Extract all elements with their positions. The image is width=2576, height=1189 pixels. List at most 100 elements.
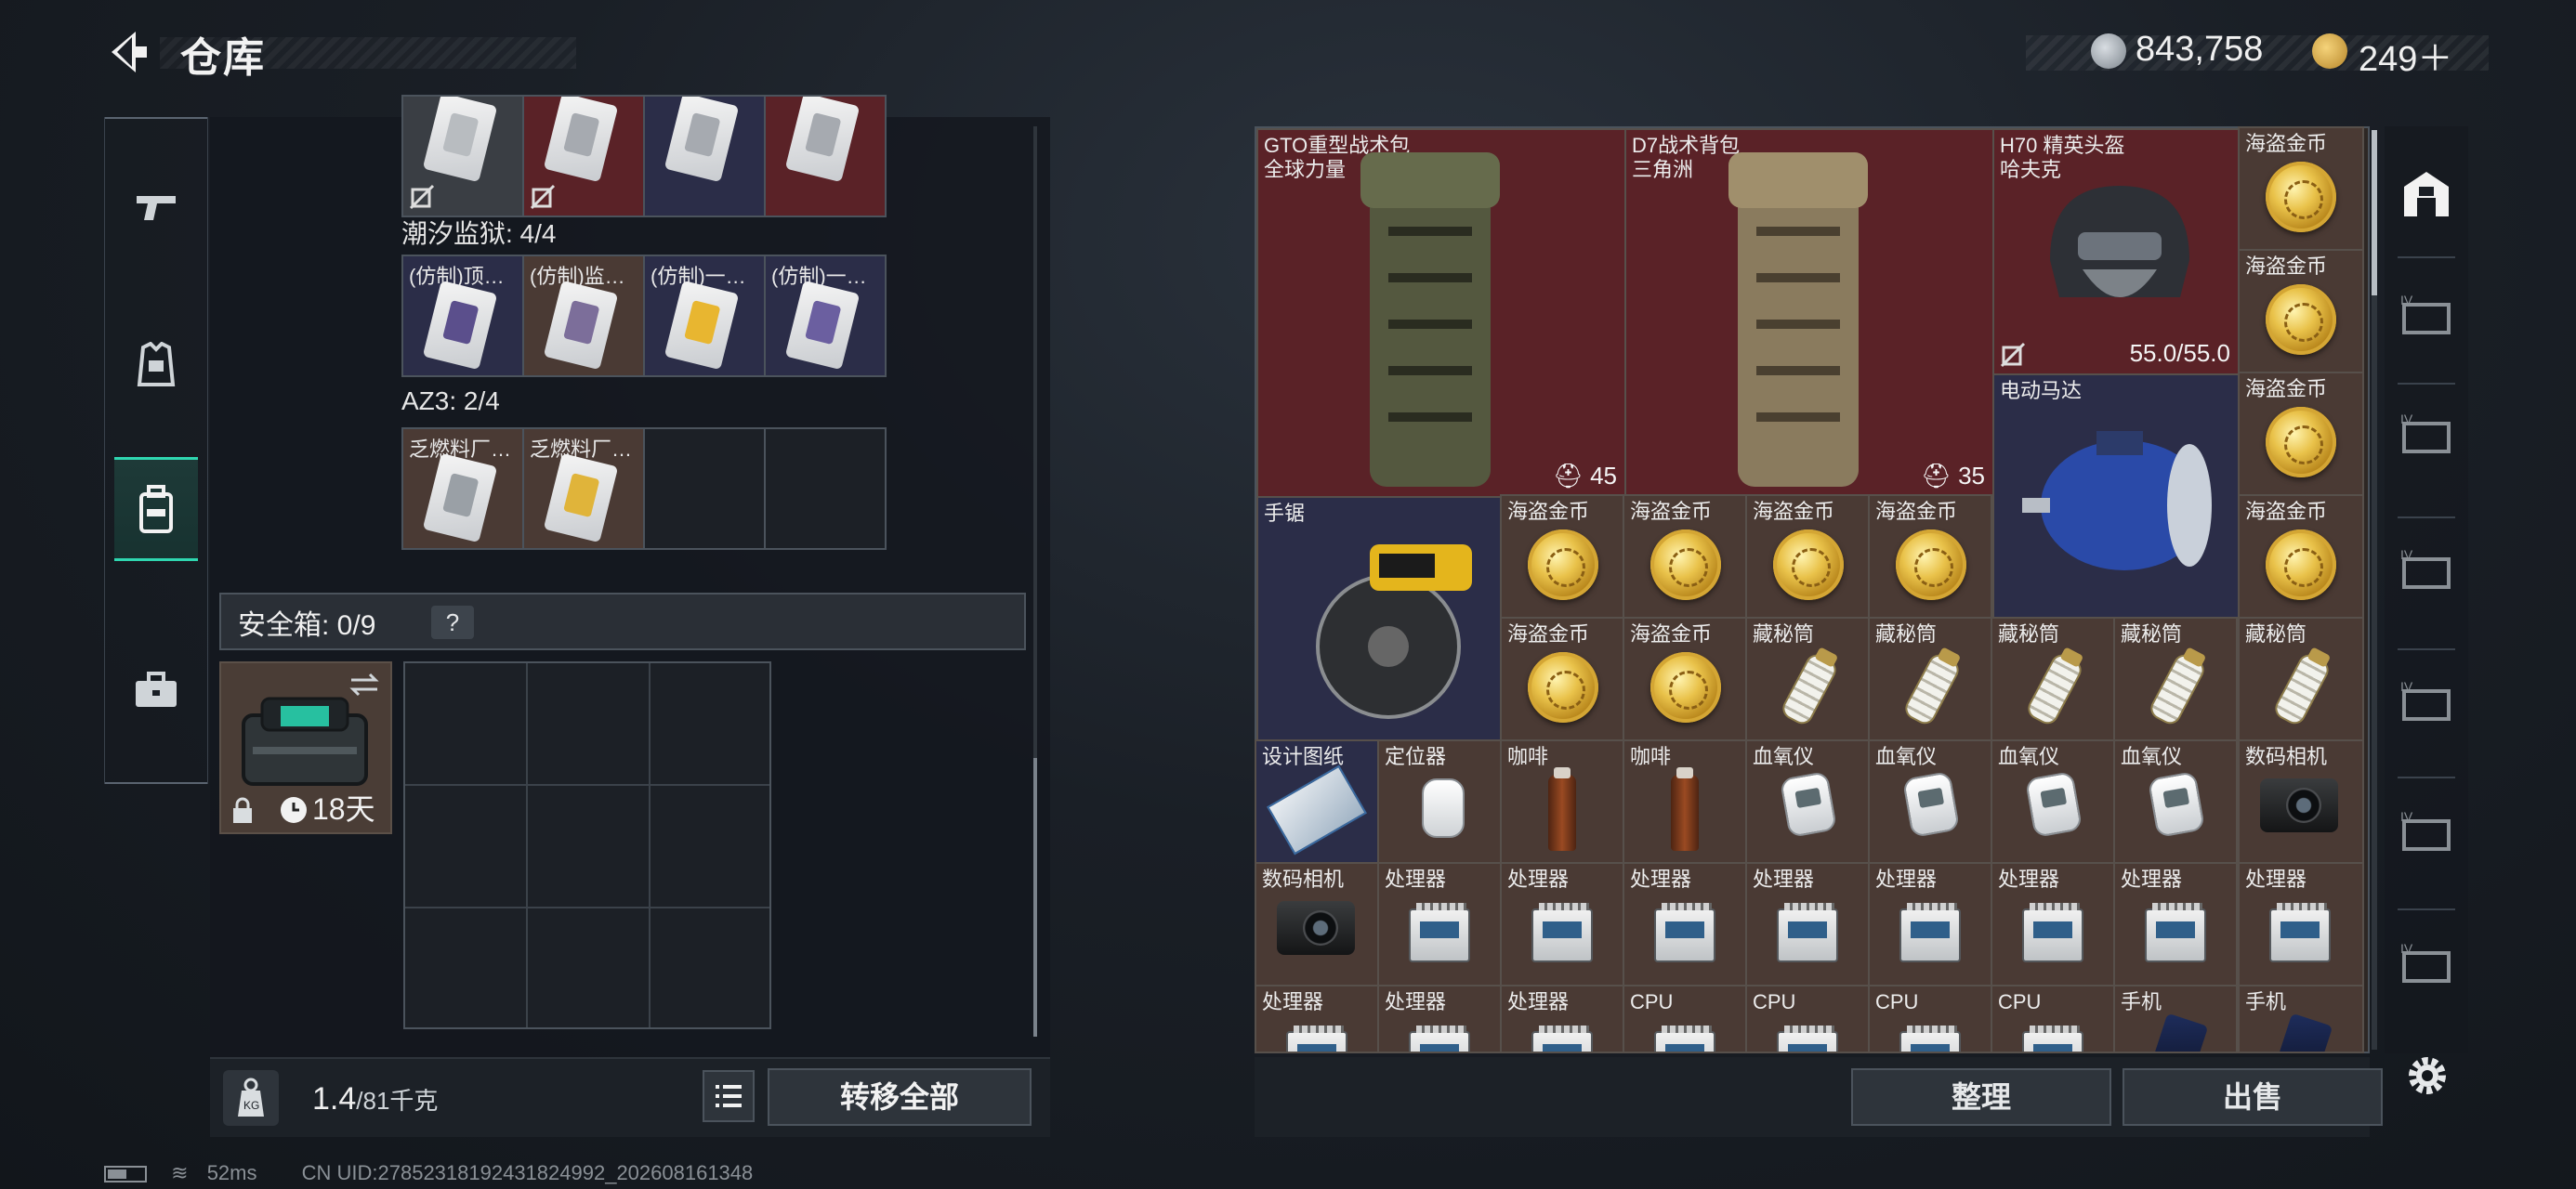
- stash-item-cyl[interactable]: 藏秘筒: [2238, 617, 2364, 741]
- stash-item-proc[interactable]: CPU: [1991, 985, 2115, 1053]
- stash-page-tab-1[interactable]: IV: [2396, 286, 2457, 347]
- inventory-cell[interactable]: (仿制)监…: [522, 255, 645, 377]
- stash-item-coin[interactable]: 海盗金币: [2238, 249, 2364, 373]
- stash-item-electric-motor[interactable]: 电动马达: [1992, 373, 2240, 621]
- list-view-button[interactable]: [703, 1070, 755, 1122]
- inventory-cell[interactable]: (仿制)顶…: [401, 255, 524, 377]
- swap-icon[interactable]: [348, 671, 381, 699]
- help-button[interactable]: ?: [431, 606, 474, 639]
- stash-item-proc[interactable]: 处理器: [1377, 985, 1502, 1053]
- inventory-cell[interactable]: 乏燃料厂…: [522, 427, 645, 550]
- stash-item-phone[interactable]: 手机: [2238, 985, 2364, 1053]
- inventory-cell-empty[interactable]: [643, 427, 766, 550]
- proc-image: [1777, 903, 1838, 962]
- capacity-stat: ⛑ 45: [1552, 462, 1617, 490]
- category-briefcase[interactable]: [114, 648, 198, 732]
- stash-item-coin[interactable]: 海盗金币: [2238, 126, 2364, 251]
- settings-button[interactable]: [2399, 1048, 2455, 1104]
- inventory-cell-empty[interactable]: [764, 427, 887, 550]
- stash-item-coin[interactable]: 海盗金币: [2238, 372, 2364, 496]
- no-insure-icon: [2000, 342, 2026, 368]
- category-armor[interactable]: [114, 323, 198, 407]
- stash-item-gto-backpack[interactable]: GTO重型战术包 全球力量 ⛑ 45: [1256, 128, 1626, 498]
- stash-item-coffee[interactable]: 咖啡: [1623, 739, 1747, 864]
- stash-item-oxi[interactable]: 血氧仪: [1991, 739, 2115, 864]
- stash-item-proc[interactable]: 处理器: [1623, 862, 1747, 986]
- stash-item-cyl[interactable]: 藏秘筒: [1745, 617, 1870, 741]
- stash-item-proc[interactable]: 处理器: [1500, 985, 1624, 1053]
- inventory-cell[interactable]: 乏燃料厂…: [401, 427, 524, 550]
- item-label: 海盗金币: [2245, 500, 2328, 523]
- stash-item-proc[interactable]: 处理器: [1745, 862, 1870, 986]
- inventory-cell[interactable]: (仿制)一…: [764, 255, 887, 377]
- container-title-tidal-prison: 潮汐监狱: 4/4: [401, 219, 557, 248]
- stash-item-coin[interactable]: 海盗金币: [1868, 494, 1992, 619]
- stash-item-phone[interactable]: 手机: [2113, 985, 2238, 1053]
- left-scrollbar-thumb[interactable]: [1033, 758, 1037, 1037]
- stash-page-tab-5[interactable]: IV: [2396, 803, 2457, 864]
- safe-box-case[interactable]: 18天: [219, 661, 392, 834]
- stash-item-locator[interactable]: 定位器: [1377, 739, 1502, 864]
- coin-image: [1896, 529, 1966, 600]
- stash-item-oxi[interactable]: 血氧仪: [1745, 739, 1870, 864]
- stash-item-cyl[interactable]: 藏秘筒: [1868, 617, 1992, 741]
- proc-image: [1409, 903, 1470, 962]
- stash-item-proc[interactable]: 处理器: [1255, 985, 1379, 1053]
- stash-item-proc[interactable]: 处理器: [1377, 862, 1502, 986]
- stash-item-h70-helmet[interactable]: H70 精英头盔 哈夫克 55.0/55.0: [1992, 128, 2240, 375]
- stash-item-coin[interactable]: 海盗金币: [1500, 494, 1624, 619]
- stash-page-tab-3[interactable]: IV: [2396, 541, 2457, 602]
- inventory-cell[interactable]: (仿制)一…: [643, 255, 766, 377]
- stash-home-icon: [2404, 172, 2449, 216]
- stash-item-d7-backpack[interactable]: D7战术背包 三角洲 ⛑ 35: [1624, 128, 1994, 498]
- stash-item-proc[interactable]: 处理器: [1500, 862, 1624, 986]
- stash-item-cyl[interactable]: 藏秘筒: [1991, 617, 2115, 741]
- stash-item-proc[interactable]: 处理器: [2238, 862, 2364, 986]
- stash-item-coffee[interactable]: 咖啡: [1500, 739, 1624, 864]
- sell-button[interactable]: 出售: [2123, 1068, 2383, 1126]
- proc-image: [2022, 1026, 2083, 1052]
- stash-page-icon: IV: [2400, 412, 2451, 453]
- stash-all-tab[interactable]: [2396, 163, 2457, 225]
- stash-item-camera[interactable]: 数码相机: [2238, 739, 2364, 864]
- back-button[interactable]: [104, 26, 151, 78]
- category-backpack[interactable]: [114, 457, 198, 561]
- stash-item-coin[interactable]: 海盗金币: [1623, 617, 1747, 741]
- stash-item-blueprint[interactable]: 设计图纸: [1255, 739, 1379, 864]
- inventory-cell[interactable]: [764, 95, 887, 217]
- stash-item-coin[interactable]: 海盗金币: [2238, 494, 2364, 619]
- stash-item-coin[interactable]: 海盗金币: [1745, 494, 1870, 619]
- stash-item-proc[interactable]: 处理器: [1868, 862, 1992, 986]
- stash-item-proc[interactable]: 处理器: [2113, 862, 2238, 986]
- safe-box-grid[interactable]: [403, 661, 771, 1029]
- stash-item-camera[interactable]: 数码相机: [1255, 862, 1379, 986]
- gold-currency-value[interactable]: 249＋: [2359, 30, 2452, 81]
- stash-scrollbar-thumb[interactable]: [2372, 130, 2377, 295]
- stash-item-proc[interactable]: CPU: [1745, 985, 1870, 1053]
- stash-scrollbar[interactable]: [2372, 130, 2377, 1050]
- cyl-image: [2149, 653, 2206, 725]
- inventory-cell[interactable]: [643, 95, 766, 217]
- stash-page-tab-2[interactable]: IV: [2396, 405, 2457, 466]
- stash-item-coin[interactable]: 海盗金币: [1500, 617, 1624, 741]
- inventory-cell[interactable]: [401, 95, 524, 217]
- stash-item-oxi[interactable]: 血氧仪: [1868, 739, 1992, 864]
- cyl-image: [2026, 653, 2083, 725]
- proc-image: [1531, 903, 1593, 962]
- stash-item-saw[interactable]: 手锯: [1256, 496, 1504, 743]
- stash-item-coin[interactable]: 海盗金币: [1623, 494, 1747, 619]
- stash-page-tab-4[interactable]: IV: [2396, 673, 2457, 734]
- category-weapons[interactable]: [114, 165, 198, 249]
- stash-item-proc[interactable]: 处理器: [1991, 862, 2115, 986]
- left-scrollbar[interactable]: [1033, 126, 1037, 1037]
- coin-image: [1650, 652, 1721, 723]
- transfer-all-button[interactable]: 转移全部: [768, 1068, 1032, 1126]
- inventory-cell[interactable]: [522, 95, 645, 217]
- stash-item-oxi[interactable]: 血氧仪: [2113, 739, 2238, 864]
- stash-item-proc[interactable]: CPU: [1868, 985, 1992, 1053]
- stash-item-cyl[interactable]: 藏秘筒: [2113, 617, 2238, 741]
- sort-button[interactable]: 整理: [1851, 1068, 2111, 1126]
- stash-page-tab-6[interactable]: IV: [2396, 934, 2457, 996]
- item-label: 藏秘筒: [2245, 622, 2307, 646]
- stash-item-proc[interactable]: CPU: [1623, 985, 1747, 1053]
